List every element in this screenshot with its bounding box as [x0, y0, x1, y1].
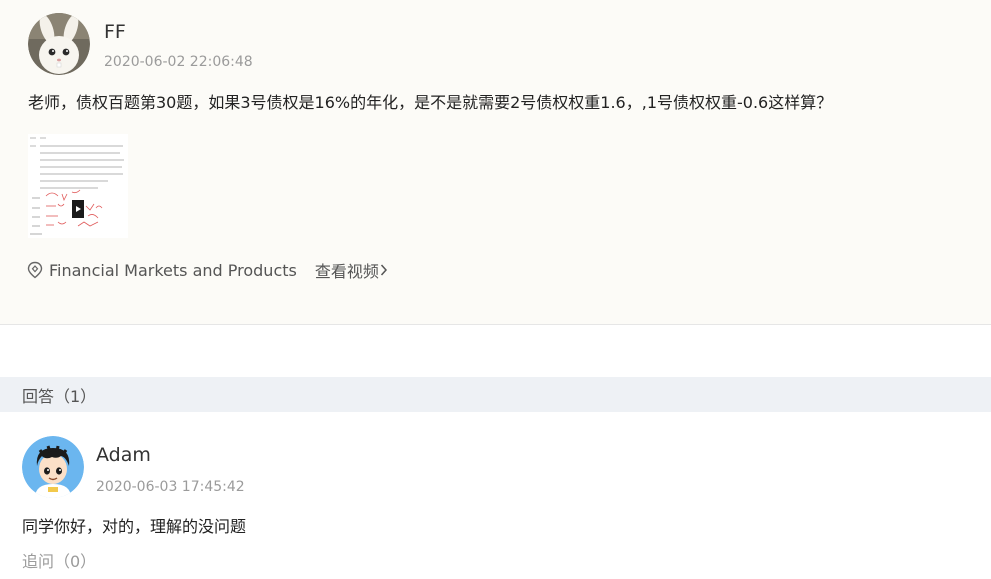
- view-video-link[interactable]: 查看视频: [315, 258, 388, 282]
- followup-link[interactable]: 追问（0）: [22, 550, 96, 574]
- chevron-right-icon: [380, 264, 387, 276]
- answer-username: Adam: [96, 444, 151, 466]
- question-attachment-thumbnail[interactable]: [28, 134, 128, 238]
- answer-timestamp: 2020-06-03 17:45:42: [96, 479, 245, 495]
- course-name[interactable]: Financial Markets and Products: [49, 261, 297, 280]
- answer-text: 同学你好，对的，理解的没问题: [22, 517, 247, 536]
- question-username: FF: [104, 21, 126, 43]
- rabbit-avatar-icon[interactable]: [28, 13, 90, 75]
- question-footer: Financial Markets and Products 查看视频: [26, 258, 388, 282]
- question-text: 老师，债权百题第30题，如果3号债权是16%的年化，是不是就需要2号债权权重1.…: [28, 93, 833, 112]
- answers-count-title: 回答（1）: [22, 386, 97, 406]
- cartoon-boy-avatar-icon[interactable]: [22, 436, 84, 498]
- play-icon[interactable]: [72, 200, 84, 218]
- location-pin-icon: [27, 261, 43, 279]
- question-card: FF 2020-06-02 22:06:48 老师，债权百题第30题，如果3号债…: [0, 0, 991, 325]
- answers-header: 回答（1）: [0, 377, 991, 412]
- question-timestamp: 2020-06-02 22:06:48: [104, 54, 253, 70]
- view-video-label: 查看视频: [314, 262, 379, 281]
